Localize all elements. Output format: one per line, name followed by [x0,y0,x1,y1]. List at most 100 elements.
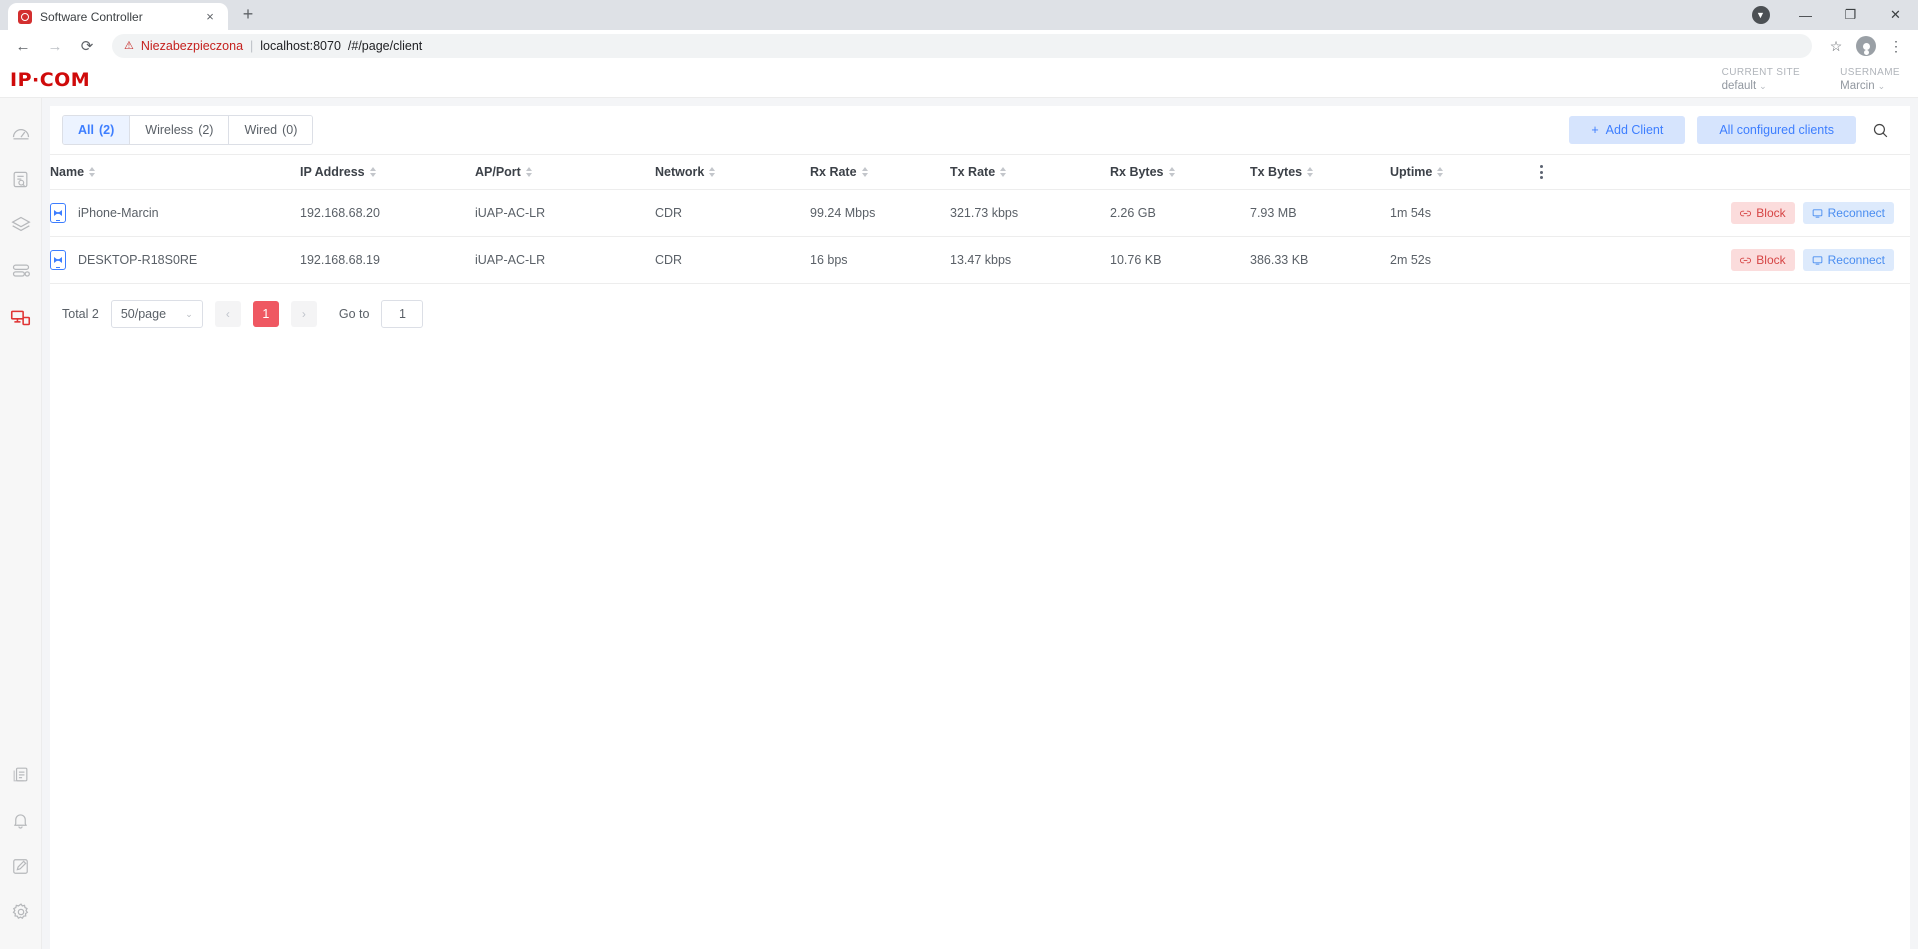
sidebar-item-devices[interactable] [0,248,42,294]
favicon [18,9,32,24]
sidebar-item-dashboard[interactable] [0,110,42,156]
column-settings-button[interactable] [1540,154,1910,190]
column-header-ap-port[interactable]: AP/Port [475,154,655,190]
sort-icon [525,167,532,177]
column-header-rx-bytes[interactable]: Rx Bytes [1110,154,1250,190]
close-icon[interactable]: × [202,9,218,25]
browser-menu-icon[interactable]: ⋮ [1882,32,1910,60]
dashboard-icon [12,129,29,140]
table-header-row: Name IP Address AP/Port Network Rx Rate … [50,154,1910,190]
cell-rx-rate: 99.24 Mbps [810,189,950,237]
update-badge[interactable]: ▼ [1738,0,1783,30]
sidebar-item-clients[interactable] [0,294,42,340]
search-icon[interactable] [1868,118,1892,142]
bookmark-star-icon[interactable]: ☆ [1822,32,1850,60]
column-header-network[interactable]: Network [655,154,810,190]
client-name: DESKTOP-R18S0RE [78,253,198,267]
cell-tx-rate: 13.47 kbps [950,236,1110,284]
cell-ip-address: 192.168.68.20 [300,189,475,237]
sort-icon [1437,167,1444,177]
tab-wireless[interactable]: Wireless (2) [130,116,230,144]
column-header-uptime[interactable]: Uptime [1390,154,1540,190]
cell-network: CDR [655,236,810,284]
profile-avatar-icon[interactable] [1852,32,1880,60]
bell-icon [13,813,28,829]
sidebar-item-alerts[interactable] [0,797,42,843]
chevron-down-icon: ⌄ [1759,81,1767,91]
sidebar-item-settings[interactable] [0,889,42,935]
next-page-button[interactable]: › [290,301,317,327]
sidebar-item-insight[interactable] [0,156,42,202]
current-site-value: default ⌄ [1721,80,1767,92]
minimize-button[interactable]: — [1783,0,1828,30]
logs-icon [13,767,28,781]
total-count: Total 2 [62,307,99,321]
main-content: All (2) Wireless (2) Wired (0) + Add Cli… [42,98,1918,949]
link-icon [1740,210,1752,216]
chevron-down-icon: ⌄ [1877,81,1886,91]
column-header-tx-bytes[interactable]: Tx Bytes [1250,154,1390,190]
block-button[interactable]: Block [1731,202,1795,224]
device-icon [50,203,66,223]
back-icon[interactable]: ← [8,32,38,60]
tab-wired-count: (0) [282,123,298,137]
username-menu[interactable]: USERNAME Marcin ⌄ [1840,66,1900,93]
column-header-rx-rate[interactable]: Rx Rate [810,154,950,190]
client-name: iPhone-Marcin [78,206,159,220]
maximize-button[interactable]: ❐ [1828,0,1873,30]
clients-toolbar: All (2) Wireless (2) Wired (0) + Add Cli… [50,106,1910,154]
divider: | [250,39,254,53]
all-configured-clients-label: All configured clients [1719,123,1834,137]
table-row[interactable]: DESKTOP-R18S0RE 192.168.68.19 iUAP-AC-LR… [50,236,1910,284]
sidebar-item-logs[interactable] [0,751,42,797]
column-header-name[interactable]: Name [50,154,300,190]
monitor-icon [1812,255,1822,265]
current-site-selector[interactable]: CURRENT SITE default ⌄ [1722,66,1801,93]
column-header-tx-rate[interactable]: Tx Rate [950,154,1110,190]
tab-wireless-label: Wireless [145,123,194,137]
cell-tx-bytes: 7.93 MB [1250,189,1390,237]
address-bar[interactable]: ⚠ Niezabezpieczona | localhost:8070 /#/p… [112,34,1812,58]
new-tab-button[interactable]: + [234,0,262,28]
sidebar-item-layers[interactable] [0,202,42,248]
reconnect-button[interactable]: Reconnect [1802,249,1894,271]
cell-uptime: 2m 52s [1390,236,1540,284]
add-client-button[interactable]: + Add Client [1569,116,1686,144]
kebab-menu-icon [1540,165,1910,179]
prev-page-button[interactable]: ‹ [214,301,241,327]
cell-name: DESKTOP-R18S0RE [50,236,300,284]
block-button[interactable]: Block [1731,249,1795,271]
tab-wired[interactable]: Wired (0) [229,116,313,144]
sidebar-item-edit[interactable] [0,843,42,889]
cell-uptime: 1m 54s [1390,189,1540,237]
current-site-label: CURRENT SITE [1721,67,1801,78]
cell-actions: Block Reconnect [1540,236,1910,284]
column-header-ip-address[interactable]: IP Address [300,154,475,190]
window-controls: ▼ — ❐ ✕ [1738,0,1918,30]
sort-icon [861,167,868,177]
plus-icon: + [1591,123,1599,137]
client-type-tabs: All (2) Wireless (2) Wired (0) [62,115,314,145]
tab-wired-label: Wired [244,123,278,137]
page-number-1[interactable]: 1 [252,301,279,327]
page-size-select[interactable]: 50/page ⌄ [110,300,203,328]
warning-icon: ⚠ [124,39,134,52]
reload-icon[interactable]: ⟳ [72,32,102,60]
all-configured-clients-button[interactable]: All configured clients [1697,116,1856,144]
browser-tab[interactable]: Software Controller × [8,3,228,30]
goto-page-input[interactable] [381,300,424,328]
tab-all[interactable]: All (2) [63,116,131,144]
window-close-button[interactable]: ✕ [1873,0,1918,30]
table-row[interactable]: iPhone-Marcin 192.168.68.20 iUAP-AC-LR C… [50,189,1910,237]
monitor-icon [1812,208,1822,218]
tab-wireless-count: (2) [198,123,214,137]
security-status: Niezabezpieczona [140,39,244,53]
cell-tx-bytes: 386.33 KB [1250,236,1390,284]
gear-icon [12,903,28,920]
url-path: /#/page/client [347,39,423,53]
cell-rx-bytes: 2.26 GB [1110,189,1250,237]
forward-icon: → [47,37,63,55]
sort-icon [369,167,376,177]
reconnect-button[interactable]: Reconnect [1802,202,1894,224]
clients-icon [10,310,31,325]
